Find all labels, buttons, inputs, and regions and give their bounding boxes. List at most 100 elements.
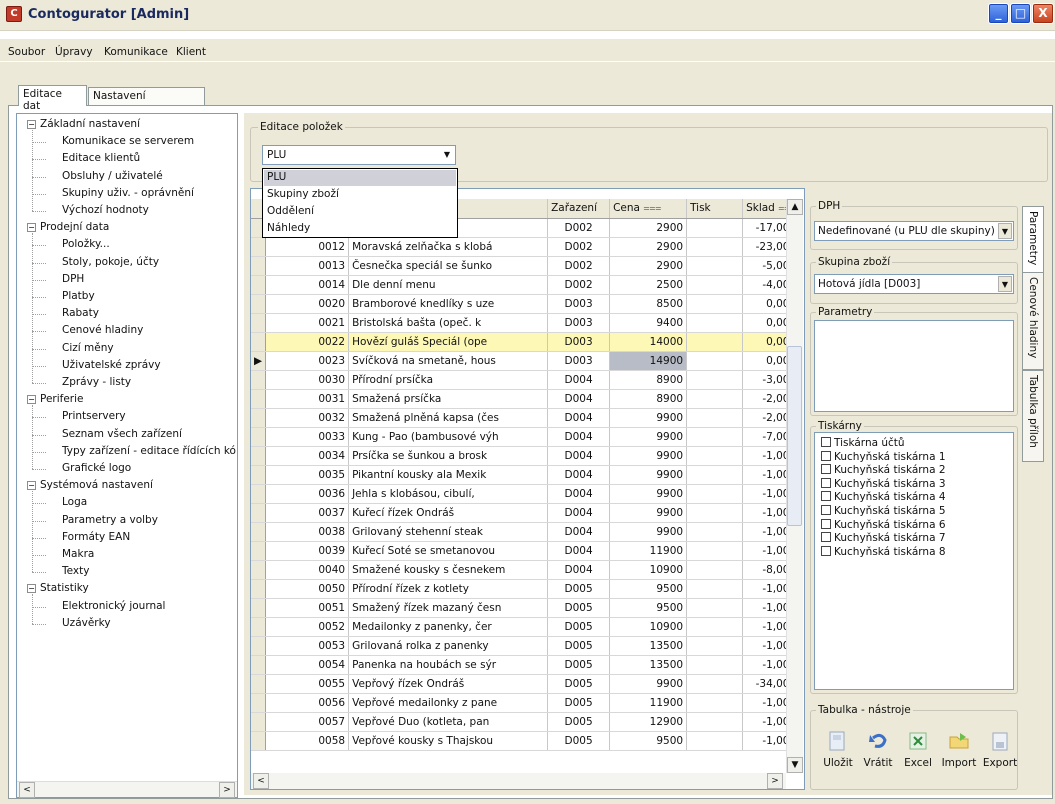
export-button[interactable]: Export bbox=[982, 730, 1018, 769]
tree-item[interactable]: Elektronický journal bbox=[62, 600, 165, 612]
cell-tisk[interactable] bbox=[686, 674, 744, 694]
table-row[interactable]: 0038 Grilovaný stehenní steak D004 9900 -1,0… bbox=[251, 522, 801, 542]
tree-item[interactable]: Cizí měny bbox=[62, 342, 114, 354]
tab-editace-dat[interactable]: Editace dat bbox=[18, 85, 87, 112]
collapse-icon[interactable]: − bbox=[27, 395, 36, 405]
cell-name[interactable]: Moravská zelňačka s klobá bbox=[348, 237, 549, 257]
table-row[interactable]: 0037 Kuřecí řízek Ondráš D004 9900 -1,000 bbox=[251, 503, 801, 523]
cell-cena[interactable]: 9500 bbox=[609, 598, 688, 618]
scroll-down-icon[interactable]: ▼ bbox=[787, 757, 803, 773]
parametry-box[interactable] bbox=[814, 320, 1014, 412]
cell-zarazeni[interactable]: D005 bbox=[547, 731, 611, 751]
table-row[interactable]: 0054 Panenka na houbách se sýr D005 13500 -1… bbox=[251, 655, 801, 675]
checkbox-icon[interactable] bbox=[821, 545, 831, 556]
cell-name[interactable]: Grilovaný stehenní steak bbox=[348, 522, 549, 542]
tree-item[interactable]: Printservery bbox=[62, 410, 126, 422]
cell-tisk[interactable] bbox=[686, 332, 744, 352]
cell-tisk[interactable] bbox=[686, 294, 744, 314]
table-row[interactable]: ▶ 0023 Svíčková na smetaně, hous D003 14900 0… bbox=[251, 351, 801, 371]
tree-item[interactable]: Cenové hladiny bbox=[62, 324, 143, 336]
cell-zarazeni[interactable]: D005 bbox=[547, 579, 611, 599]
cell-code[interactable]: 0023 bbox=[265, 351, 350, 371]
tree-item[interactable]: Skupiny uživ. - oprávnění bbox=[62, 187, 194, 199]
cell-tisk[interactable] bbox=[686, 313, 744, 333]
table-row[interactable]: 0057 Vepřové Duo (kotleta, pan D005 12900 -1… bbox=[251, 712, 801, 732]
cell-code[interactable]: 0012 bbox=[265, 237, 350, 257]
cell-zarazeni[interactable]: D002 bbox=[547, 256, 611, 276]
cell-name[interactable]: Kung - Pao (bambusové výh bbox=[348, 427, 549, 447]
tree-item[interactable]: Uživatelské zprávy bbox=[62, 359, 161, 371]
cell-zarazeni[interactable]: D003 bbox=[547, 313, 611, 333]
printer-checkbox[interactable]: Kuchyňská tiskárna 2 bbox=[821, 464, 946, 476]
cell-cena[interactable]: 2900 bbox=[609, 218, 688, 238]
cell-cena[interactable]: 8500 bbox=[609, 294, 688, 314]
cell-code[interactable]: 0020 bbox=[265, 294, 350, 314]
cell-cena[interactable]: 14000 bbox=[609, 332, 688, 352]
cell-tisk[interactable] bbox=[686, 712, 744, 732]
tree-item[interactable]: Základní nastavení bbox=[40, 118, 140, 130]
cell-zarazeni[interactable]: D003 bbox=[547, 351, 611, 371]
cell-cena[interactable]: 13500 bbox=[609, 636, 688, 656]
checkbox-icon[interactable] bbox=[821, 505, 831, 515]
tree-item[interactable]: Grafické logo bbox=[62, 462, 131, 474]
cell-tisk[interactable] bbox=[686, 522, 744, 542]
table-row[interactable]: 0058 Vepřové kousky s Thajskou D005 9500 -1,… bbox=[251, 731, 801, 751]
table-row[interactable]: 0034 Prsíčka se šunkou a brosk D004 9900 -1,… bbox=[251, 446, 801, 466]
dropdown-option-oddeleni[interactable]: Oddělení bbox=[264, 204, 456, 220]
header-tisk[interactable]: Tisk bbox=[686, 199, 744, 219]
checkbox-icon[interactable] bbox=[821, 491, 831, 502]
tree-item[interactable]: Systémová nastavení bbox=[40, 479, 153, 491]
chevron-down-icon[interactable]: ▼ bbox=[998, 223, 1012, 239]
dropdown-option-nahledy[interactable]: Náhledy bbox=[264, 221, 456, 237]
cell-name[interactable]: Smažený řízek mazaný česn bbox=[348, 598, 549, 618]
checkbox-icon[interactable] bbox=[821, 532, 831, 543]
tree-item[interactable]: Makra bbox=[62, 548, 94, 560]
cell-name[interactable]: Přírodní prsíčka bbox=[348, 370, 549, 390]
cell-zarazeni[interactable]: D004 bbox=[547, 389, 611, 409]
table-row[interactable]: 0056 Vepřové medailonky z pane D005 11900 -1… bbox=[251, 693, 801, 713]
scroll-up-icon[interactable]: ▲ bbox=[787, 199, 803, 215]
cell-tisk[interactable] bbox=[686, 218, 744, 238]
cell-code[interactable]: 0033 bbox=[265, 427, 350, 447]
printer-checkbox[interactable]: Kuchyňská tiskárna 8 bbox=[821, 545, 946, 558]
cell-cena[interactable]: 9400 bbox=[609, 313, 688, 333]
cell-zarazeni[interactable]: D003 bbox=[547, 332, 611, 352]
cell-code[interactable]: 0056 bbox=[265, 693, 350, 713]
cell-tisk[interactable] bbox=[686, 427, 744, 447]
cell-code[interactable]: 0039 bbox=[265, 541, 350, 561]
table-row[interactable]: 0022 Hovězí guláš Speciál (ope D003 14000 0,… bbox=[251, 332, 801, 352]
close-button[interactable]: X bbox=[1032, 3, 1054, 24]
cell-zarazeni[interactable]: D004 bbox=[547, 503, 611, 523]
collapse-icon[interactable]: − bbox=[27, 481, 36, 491]
collapse-icon[interactable]: − bbox=[27, 120, 36, 129]
cell-tisk[interactable] bbox=[686, 693, 744, 713]
cell-zarazeni[interactable]: D003 bbox=[547, 294, 611, 314]
cell-zarazeni[interactable]: D004 bbox=[547, 370, 611, 390]
tree-item[interactable]: Loga bbox=[62, 496, 87, 508]
cell-tisk[interactable] bbox=[686, 465, 744, 485]
cell-zarazeni[interactable]: D004 bbox=[547, 522, 611, 542]
table-row[interactable]: 0031 Smažená prsíčka D004 8900 -2,000 bbox=[251, 389, 801, 409]
table-row[interactable]: 0050 Přírodní řízek z kotlety D005 9500 -1,0… bbox=[251, 579, 801, 599]
cell-cena[interactable]: 9900 bbox=[609, 674, 688, 694]
tree-item[interactable]: Zprávy - listy bbox=[62, 376, 131, 388]
grid-horizontal-scrollbar[interactable]: < > bbox=[251, 773, 786, 789]
table-row[interactable]: 0052 Medailonky z panenky, čer D005 10900 -1… bbox=[251, 617, 801, 637]
cell-tisk[interactable] bbox=[686, 541, 744, 561]
cell-name[interactable]: Pikantní kousky ala Mexik bbox=[348, 465, 549, 485]
menu-klient[interactable]: Klient bbox=[176, 46, 206, 58]
printer-checkbox[interactable]: Kuchyňská tiskárna 3 bbox=[821, 477, 946, 490]
tree-item[interactable]: DPH bbox=[62, 273, 84, 285]
table-row[interactable]: 0040 Smažené kousky s česnekem D004 10900 -8… bbox=[251, 560, 801, 580]
cell-tisk[interactable] bbox=[686, 237, 744, 257]
cell-cena[interactable]: 11900 bbox=[609, 693, 688, 713]
cell-tisk[interactable] bbox=[686, 655, 744, 675]
cell-zarazeni[interactable]: D005 bbox=[547, 636, 611, 656]
cell-cena[interactable]: 9900 bbox=[609, 503, 688, 523]
cell-code[interactable]: 0035 bbox=[265, 465, 350, 485]
excel-button[interactable]: Excel bbox=[900, 730, 936, 769]
undo-button[interactable]: Vrátit bbox=[860, 730, 896, 769]
cell-zarazeni[interactable]: D004 bbox=[547, 484, 611, 504]
cell-code[interactable]: 0055 bbox=[265, 674, 350, 694]
cell-code[interactable]: 0022 bbox=[265, 332, 350, 352]
